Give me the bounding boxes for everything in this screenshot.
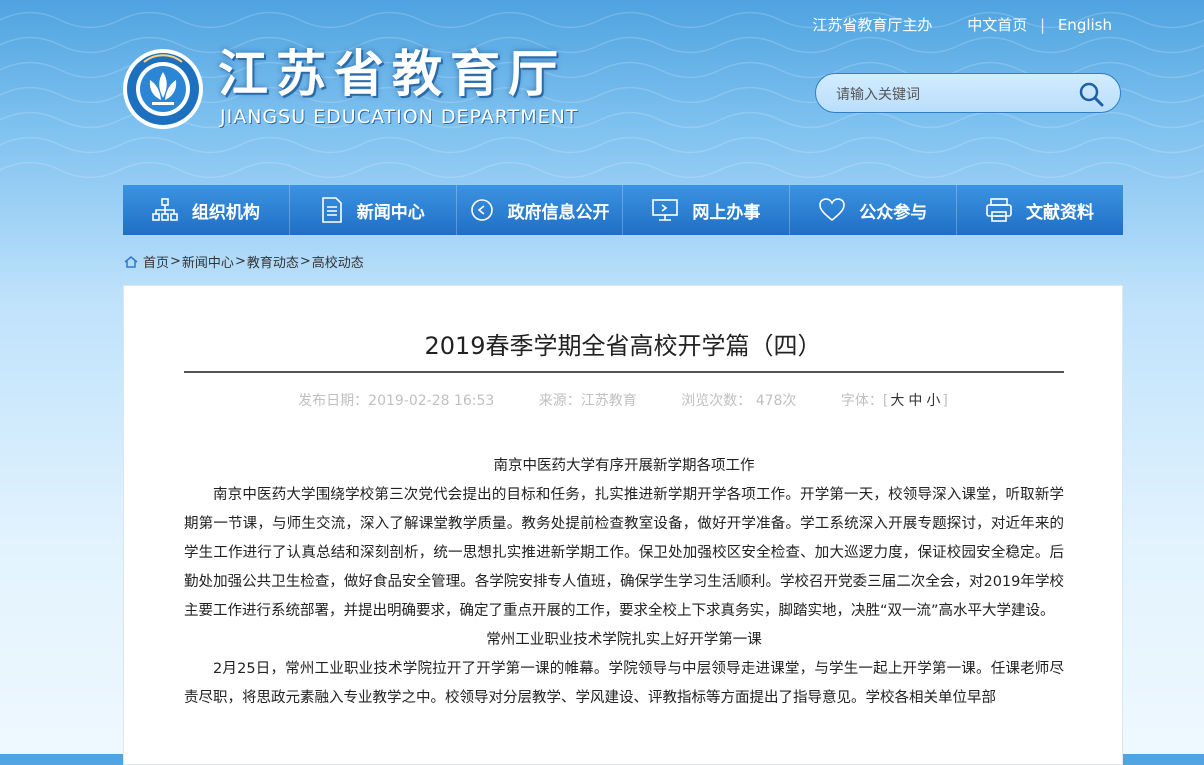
nav-label: 网上办事 <box>692 202 761 223</box>
section-paragraph: 南京中医药大学围绕学校第三次党代会提出的目标和任务，扎实推进新学期开学各项工作。… <box>184 487 1064 619</box>
monitor-icon <box>652 199 679 221</box>
nav-item-organization[interactable]: 组织机构 <box>123 185 290 235</box>
font-size-large-button[interactable]: 大 <box>890 393 904 409</box>
nav-label: 政府信息公开 <box>507 202 610 223</box>
article-title: 2019春季学期全省高校开学篇（四） <box>424 332 822 360</box>
section-paragraph: 2月25日，常州工业职业技术学院拉开了开学第一课的帷幕。学院领导与中层领导走进课… <box>184 661 1064 706</box>
link-separator: | <box>1039 16 1046 34</box>
breadcrumb-home[interactable]: 首页 <box>143 252 169 271</box>
article-container: 2019春季学期全省高校开学篇（四） 发布日期：2019-02-28 16:53… <box>123 285 1123 765</box>
english-link[interactable]: English <box>1058 16 1112 34</box>
font-bracket-close: ] <box>942 393 948 409</box>
title-divider <box>184 371 1064 373</box>
play-circle-icon <box>470 199 493 221</box>
site-logo-subtitle: JIANGSU EDUCATION DEPARTMENT <box>220 106 579 128</box>
printer-icon <box>986 198 1012 222</box>
section-heading: 常州工业职业技术学院扎实上好开学第一课 <box>486 632 762 648</box>
view-count: 浏览次数： 478次 <box>681 393 797 409</box>
publish-date: 发布日期：2019-02-28 16:53 <box>298 393 495 409</box>
search-box <box>815 73 1121 113</box>
nav-label: 组织机构 <box>191 202 260 223</box>
nav-label: 新闻中心 <box>356 202 425 223</box>
breadcrumb-education-news[interactable]: 教育动态 <box>247 252 299 271</box>
breadcrumb-news-center[interactable]: 新闻中心 <box>182 252 234 271</box>
document-icon <box>321 197 342 223</box>
nav-item-public-participation[interactable]: 公众参与 <box>790 185 958 235</box>
org-chart-icon <box>152 198 178 221</box>
article-meta: 发布日期：2019-02-28 16:53 来源：江苏教育 浏览次数： 478次… <box>124 390 1122 410</box>
nav-label: 文献资料 <box>1026 202 1095 223</box>
font-size-label: 字体： <box>840 393 883 409</box>
breadcrumb: 首页 > 新闻中心 > 教育动态 > 高校动态 <box>124 252 364 271</box>
nav-item-online-services[interactable]: 网上办事 <box>623 185 791 235</box>
host-text: 江苏省教育厅主办 <box>812 16 933 34</box>
search-icon[interactable] <box>1078 81 1104 107</box>
breadcrumb-separator: > <box>234 254 246 269</box>
font-size-small-button[interactable]: 小 <box>926 393 940 409</box>
article-body: 南京中医药大学有序开展新学期各项工作 南京中医药大学围绕学校第三次党代会提出的目… <box>184 452 1064 713</box>
article-source: 来源：江苏教育 <box>538 393 637 409</box>
font-size-medium-button[interactable]: 中 <box>908 393 922 409</box>
section-heading: 南京中医药大学有序开展新学期各项工作 <box>493 458 755 474</box>
heart-icon <box>819 198 846 222</box>
breadcrumb-separator: > <box>170 254 181 269</box>
home-icon <box>124 255 138 268</box>
breadcrumb-university-news[interactable]: 高校动态 <box>312 252 364 271</box>
font-bracket-open: [ <box>882 393 889 409</box>
font-size-control: 字体：[大中小] <box>841 393 948 409</box>
department-emblem-icon[interactable] <box>122 48 204 130</box>
site-logo-title[interactable]: 江苏省教育厅 <box>218 44 566 104</box>
nav-item-news[interactable]: 新闻中心 <box>290 185 457 235</box>
nav-item-documents[interactable]: 文献资料 <box>957 185 1123 235</box>
search-input[interactable] <box>834 83 1068 107</box>
chinese-home-link[interactable]: 中文首页 <box>967 16 1027 34</box>
nav-item-gov-info[interactable]: 政府信息公开 <box>457 185 624 235</box>
nav-label: 公众参与 <box>859 202 928 223</box>
main-nav: 组织机构 新闻中心 政府信息公开 网上办事 公众参与 文献资料 <box>123 185 1123 235</box>
top-links: 江苏省教育厅主办 中文首页 | English <box>812 14 1112 35</box>
breadcrumb-separator: > <box>299 254 311 269</box>
